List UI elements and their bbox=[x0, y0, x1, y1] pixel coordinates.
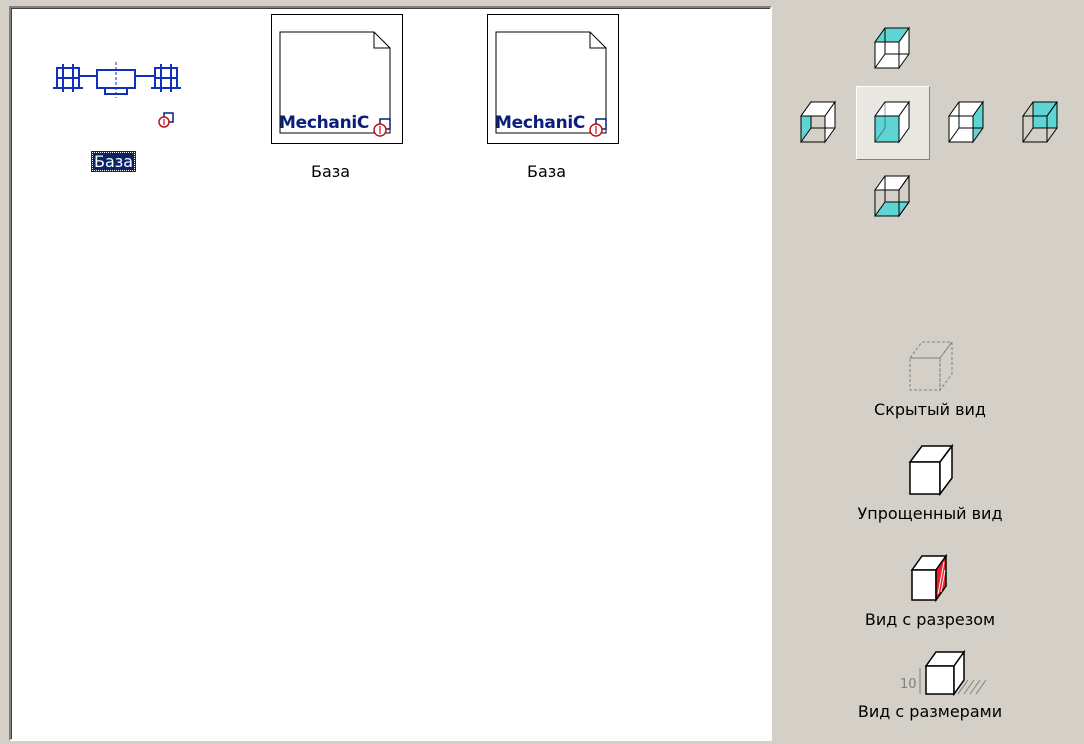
top-view-button[interactable] bbox=[856, 12, 930, 86]
dimension-view-button[interactable]: 10 Вид с размерами bbox=[840, 646, 1020, 721]
outline-cube-icon bbox=[908, 443, 954, 497]
list-item[interactable]: База bbox=[47, 58, 187, 188]
view-list-panel[interactable]: База MechaniC База MechaniC База bbox=[9, 6, 772, 741]
item-caption: База bbox=[311, 162, 351, 181]
front-view-button[interactable] bbox=[856, 86, 930, 160]
dashed-cube-icon bbox=[909, 340, 953, 392]
cube-back-icon bbox=[1022, 101, 1058, 143]
thumbnail-frame: MechaniC bbox=[271, 14, 403, 144]
hidden-view-button[interactable]: Скрытый вид bbox=[840, 338, 1020, 419]
bottom-view-button[interactable] bbox=[856, 160, 930, 234]
cube-front-icon bbox=[874, 100, 910, 144]
thumbnail-frame: MechaniC bbox=[487, 14, 619, 144]
cube-right-icon bbox=[948, 100, 984, 144]
simplified-view-button[interactable]: Упрощенный вид bbox=[840, 442, 1020, 523]
cube-left-icon bbox=[800, 100, 836, 144]
drawing-preview-icon bbox=[53, 62, 181, 128]
thumbnail-text: MechaniC bbox=[495, 113, 586, 133]
hidden-view-label: Скрытый вид bbox=[874, 400, 986, 419]
back-view-button[interactable] bbox=[1004, 86, 1078, 160]
cube-bottom-icon bbox=[874, 174, 910, 218]
list-item[interactable]: MechaniC База bbox=[271, 14, 403, 184]
left-view-button[interactable] bbox=[782, 86, 856, 160]
cube-top-icon bbox=[874, 26, 910, 70]
item-caption: База bbox=[91, 151, 137, 172]
thumbnail-text: MechaniC bbox=[279, 113, 370, 133]
dimension-value: 10 bbox=[900, 677, 917, 692]
dimension-view-label: Вид с размерами bbox=[857, 702, 1003, 721]
item-caption: База bbox=[527, 162, 567, 181]
dimension-cube-icon: 10 bbox=[900, 649, 987, 697]
section-cube-icon bbox=[910, 553, 948, 603]
list-item[interactable]: MechaniC База bbox=[487, 14, 619, 184]
section-view-button[interactable]: Вид с разрезом bbox=[840, 548, 1020, 629]
link-icon bbox=[589, 118, 607, 137]
simplified-view-label: Упрощенный вид bbox=[857, 504, 1003, 523]
right-view-button[interactable] bbox=[930, 86, 1004, 160]
link-icon bbox=[373, 118, 391, 137]
section-view-label: Вид с разрезом bbox=[864, 610, 996, 629]
